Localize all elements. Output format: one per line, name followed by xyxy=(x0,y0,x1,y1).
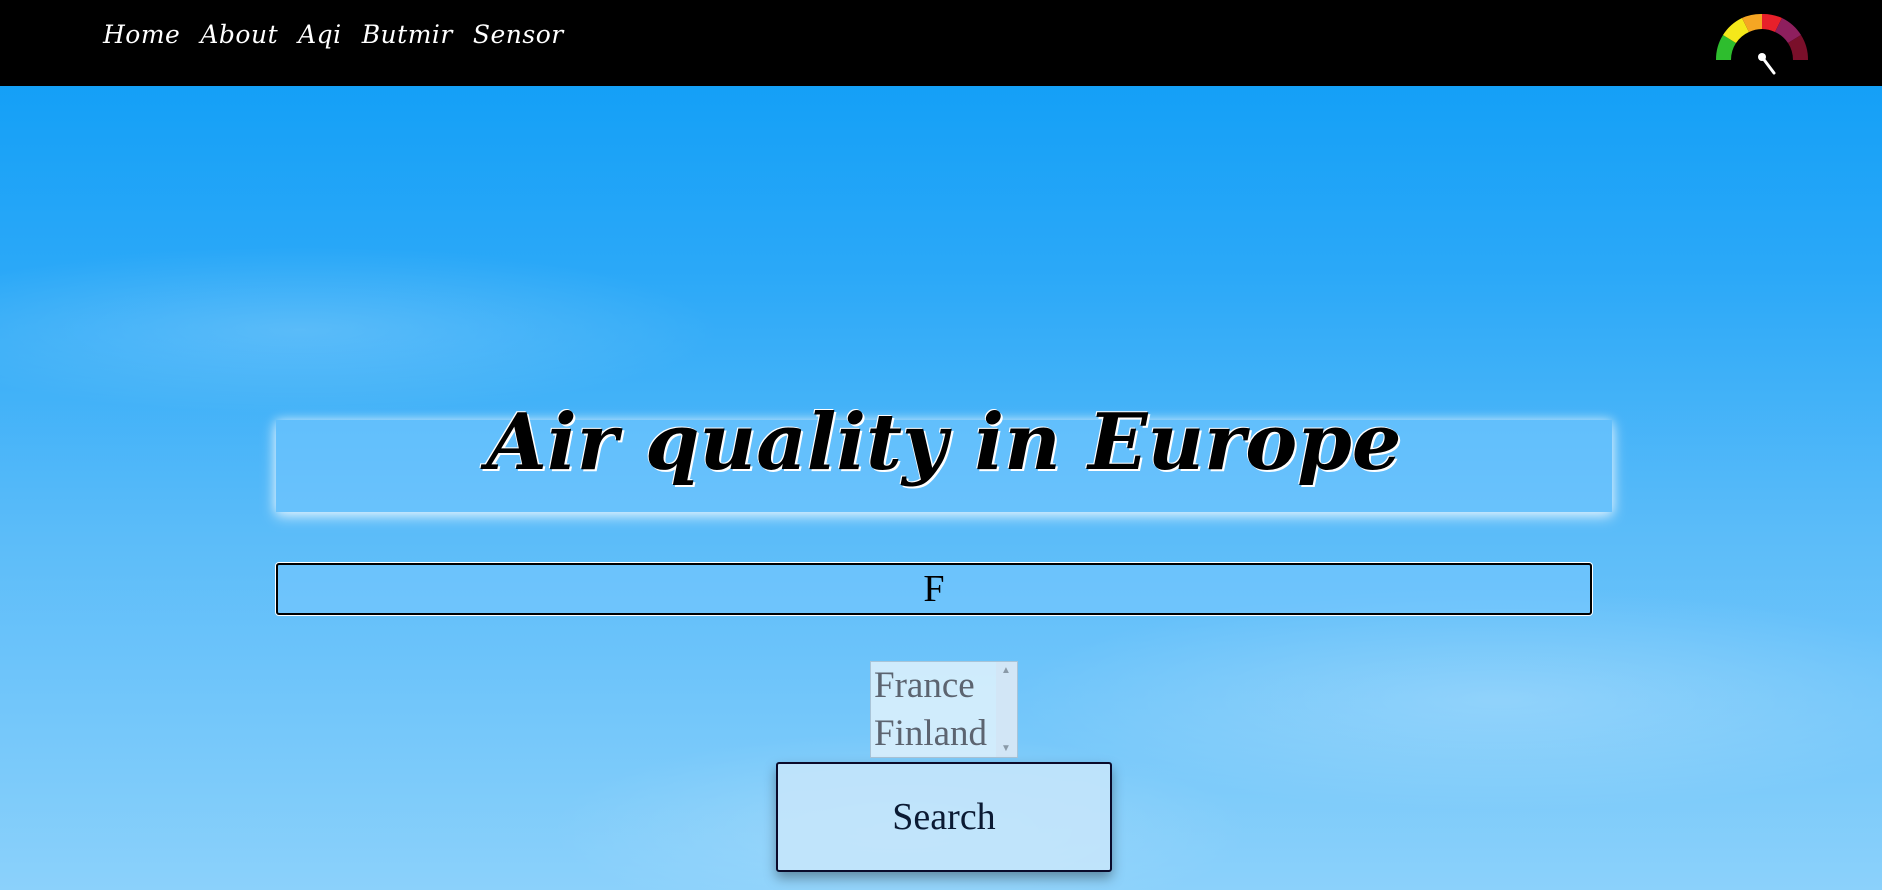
country-suggestion-list[interactable]: France Finland ▲ ▼ xyxy=(870,661,1018,758)
nav-link-home[interactable]: Home xyxy=(103,20,180,49)
navbar: Home About Aqi Butmir Sensor xyxy=(0,0,1882,86)
search-input[interactable] xyxy=(276,563,1592,615)
nav-link-about[interactable]: About xyxy=(200,20,278,49)
scroll-up-icon[interactable]: ▲ xyxy=(1001,665,1011,676)
nav-link-aqi[interactable]: Aqi xyxy=(298,20,342,49)
title-banner: Air quality in Europe xyxy=(276,397,1612,512)
scrollbar[interactable]: ▲ ▼ xyxy=(996,662,1017,757)
nav-link-sensor[interactable]: Sensor xyxy=(473,20,564,49)
nav-links: Home About Aqi Butmir Sensor xyxy=(103,20,584,49)
nav-link-butmir[interactable]: Butmir xyxy=(362,20,453,49)
aqi-gauge-icon[interactable] xyxy=(1712,10,1812,76)
page-title: Air quality in Europe xyxy=(486,397,1402,489)
search-button[interactable]: Search xyxy=(776,762,1112,872)
scroll-down-icon[interactable]: ▼ xyxy=(1001,743,1011,754)
